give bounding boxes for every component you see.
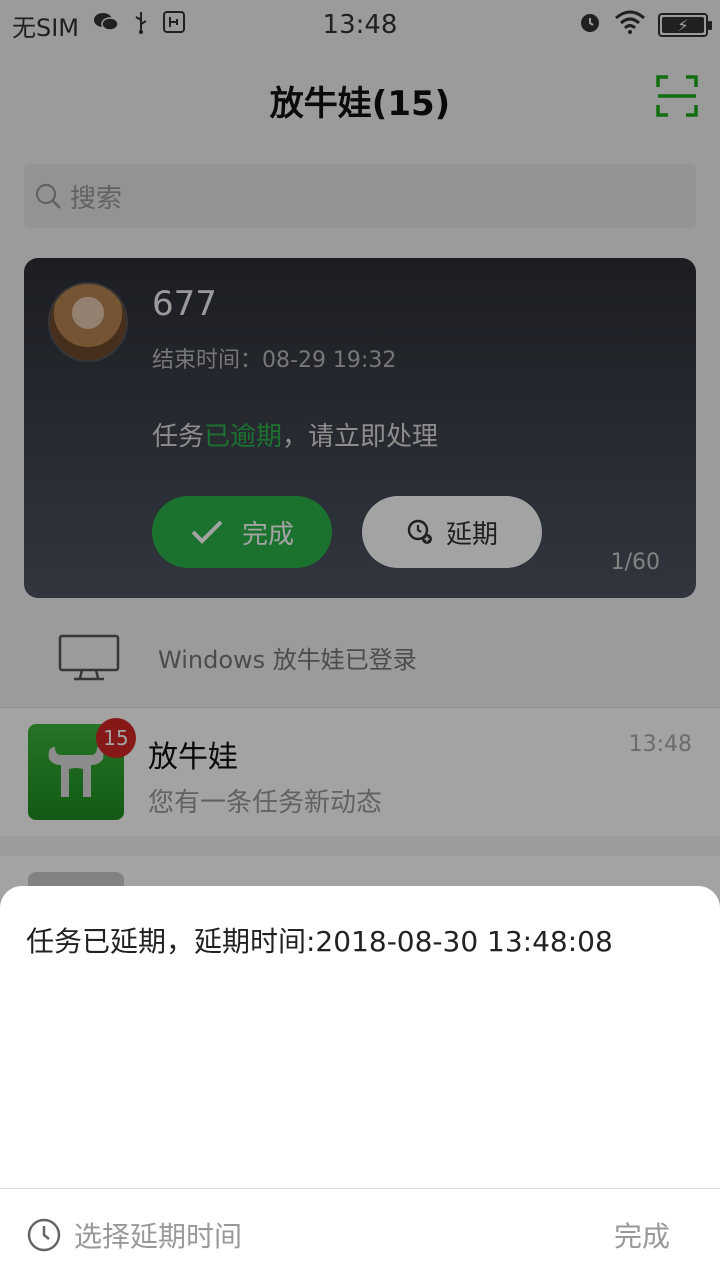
clock-icon: [27, 1218, 61, 1251]
app-screen: 无SIM 13:48 ⚡ 放牛娃(15) 搜索 677 结束时间：08-29 1…: [0, 0, 720, 1280]
delay-confirmation-message: 任务已延期，延期时间:2018-08-30 13:48:08: [26, 925, 613, 958]
sheet-action-bar: 选择延期时间 完成: [0, 1188, 720, 1280]
choose-delay-time-button[interactable]: 选择延期时间: [26, 1215, 242, 1255]
delay-bottom-sheet: 任务已延期，延期时间:2018-08-30 13:48:08 选择延期时间 完成: [0, 886, 720, 1280]
choose-delay-label: 选择延期时间: [74, 1219, 243, 1253]
sheet-done-button[interactable]: 完成: [614, 1215, 670, 1255]
